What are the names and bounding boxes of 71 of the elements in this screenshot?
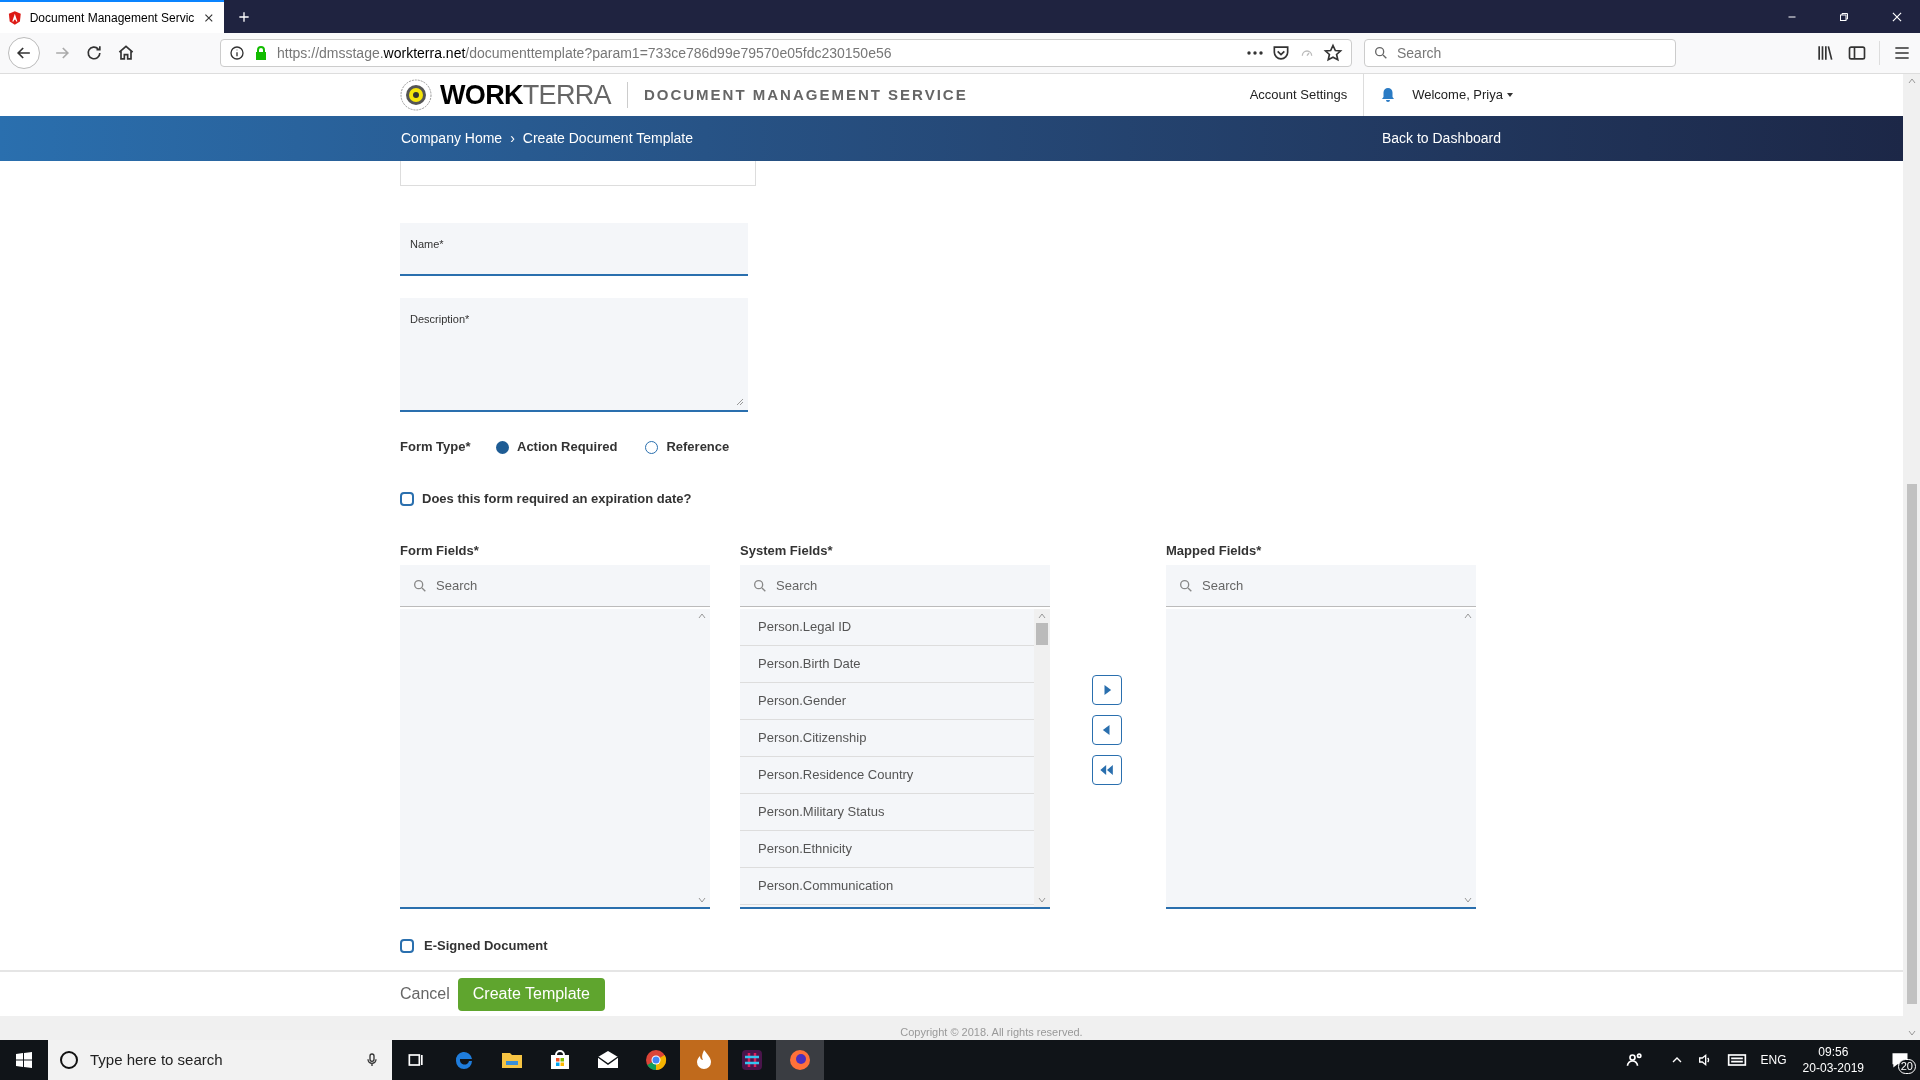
caret-icon (1507, 93, 1513, 97)
bell-icon[interactable] (1380, 87, 1397, 103)
url-text: https://dmsstage.workterra.net/documenttemplate?param1=733ce786d99e79570e05fdc230150e56 (277, 43, 892, 63)
back-to-dashboard-link[interactable]: Back to Dashboard (1381, 128, 1501, 149)
language-indicator[interactable]: ENG (1760, 1051, 1787, 1069)
search-icon[interactable] (412, 577, 428, 594)
clock[interactable]: 09:56 20-03-2019 (1802, 1044, 1864, 1076)
search-field[interactable]: Search (1364, 39, 1676, 67)
expiration-option[interactable]: Does this form required an expiration date? (400, 488, 1903, 510)
checkbox[interactable] (400, 939, 414, 953)
move-button[interactable] (1092, 675, 1122, 705)
windows-logo-icon (16, 1052, 32, 1068)
list-label: System Fields* (740, 542, 834, 560)
firefox-button[interactable] (776, 1040, 824, 1080)
cancel-link[interactable]: Cancel (400, 982, 450, 1006)
service-title: DOCUMENT MANAGEMENT SERVICE (643, 84, 968, 105)
move-button[interactable] (1092, 755, 1122, 785)
esigned-option[interactable]: E-Signed Document (400, 935, 1903, 957)
form-type-label: Form Type* (400, 438, 472, 457)
list-search-field[interactable]: Search (1166, 565, 1476, 607)
scrollbar[interactable] (1034, 609, 1050, 907)
tab-title: Document Management Servic (29, 9, 195, 27)
list-label: Mapped Fields* (1166, 542, 1263, 560)
back-button[interactable] (8, 37, 40, 69)
input-field[interactable] (400, 161, 756, 186)
microphone-icon[interactable] (364, 1052, 380, 1068)
browser-tab[interactable]: Document Management Servic (0, 0, 224, 33)
radio-button[interactable] (645, 440, 659, 454)
list-label: Form Fields* (400, 542, 480, 560)
list-search-field[interactable]: Search (740, 565, 1050, 607)
scrollbar-thumb[interactable] (1036, 623, 1048, 645)
reload-icon[interactable] (84, 43, 104, 63)
info-icon[interactable] (229, 45, 245, 61)
breadcrumb-link[interactable]: Create Document Template (522, 128, 693, 149)
radio-option[interactable]: Action Required (496, 437, 618, 457)
checkbox[interactable] (400, 492, 414, 506)
target-logo-icon (400, 79, 432, 111)
shopping-bag-icon (548, 1048, 572, 1072)
description-field[interactable]: Description* (400, 298, 748, 412)
account-settings-link[interactable]: Account Settings (1249, 85, 1348, 105)
flame-app-button[interactable] (680, 1040, 728, 1080)
pocket-icon[interactable] (1271, 43, 1291, 63)
sidebar-icon[interactable] (1847, 43, 1867, 63)
padlock-icon (253, 45, 269, 61)
chrome-logo-icon (644, 1048, 668, 1072)
name-field[interactable]: Name* (400, 223, 748, 276)
list-search-field[interactable]: Search (400, 565, 710, 607)
home-icon[interactable] (116, 43, 136, 63)
notification-count: 20 (1897, 1059, 1916, 1074)
restore-icon[interactable] (1838, 10, 1850, 23)
address-bar[interactable]: https://dmsstage.workterra.net/documenttemplate?param1=733ce786d99e79570e05fdc230150e56 (220, 39, 1352, 67)
resize-handle-icon[interactable] (736, 398, 744, 406)
more-icon[interactable] (1247, 51, 1263, 55)
radio-option[interactable]: Reference (645, 437, 730, 457)
radio-button[interactable] (496, 440, 509, 454)
library-icon[interactable] (1815, 43, 1835, 63)
breadcrumb-link[interactable]: Company Home (401, 128, 503, 149)
search-icon[interactable] (1178, 577, 1194, 594)
breadcrumb-separator: › (510, 129, 515, 148)
shield-logo-icon (8, 9, 22, 26)
taskbar-search-field[interactable]: Type here to search (48, 1040, 392, 1080)
notification-button[interactable]: 20 (1880, 1040, 1920, 1080)
welcome-menu[interactable]: Welcome, Priya (1412, 85, 1513, 105)
star-icon[interactable] (1323, 43, 1343, 63)
hash-logo-icon (740, 1048, 764, 1072)
search-icon[interactable] (752, 577, 768, 594)
search-icon[interactable] (1373, 45, 1389, 61)
move-button[interactable] (1092, 715, 1122, 745)
copyright-text: Copyright © 2018. All rights reserved. (900, 1025, 1083, 1040)
firefox-logo-icon (788, 1048, 812, 1072)
logo-wordmark: WORKTERRA (440, 78, 611, 112)
